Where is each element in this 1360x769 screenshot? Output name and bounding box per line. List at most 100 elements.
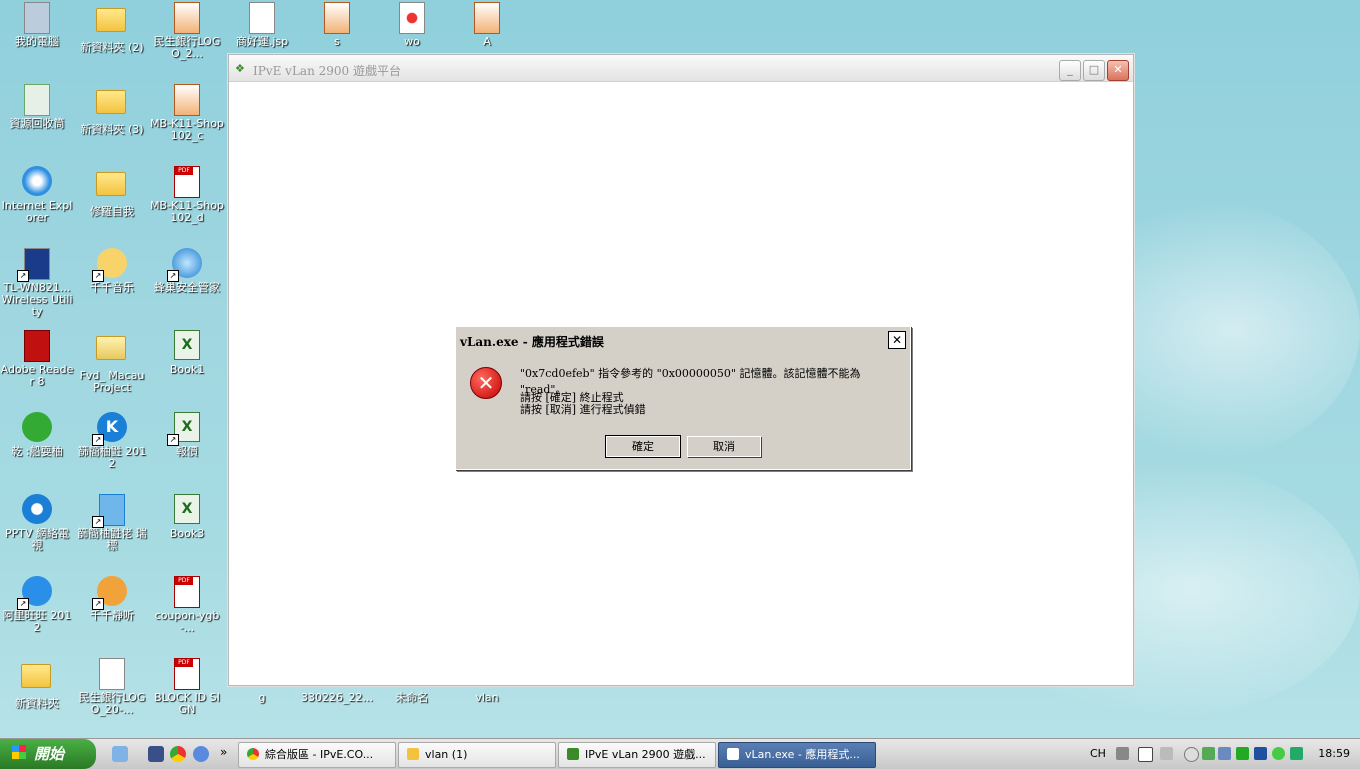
desktop-icon-new-folder-3[interactable]: 新資料夾 (3) <box>75 84 149 136</box>
network-icon[interactable] <box>1218 747 1231 760</box>
wireless-utility-icon: ↗ <box>17 248 53 282</box>
tray-app-icon[interactable] <box>1272 747 1285 760</box>
language-indicator[interactable]: CH <box>1090 747 1106 760</box>
desktop-icon-pptv[interactable]: PPTV 網絡電視 <box>0 494 74 552</box>
desktop-icon-k-app-shop[interactable]: ↗ 篩簡柚鼪佬 瑞標 <box>75 494 149 552</box>
input-method-icon[interactable] <box>1254 747 1267 760</box>
desktop-icon-ttplayer[interactable]: ↗ 千千音乐 <box>75 248 149 294</box>
start-button[interactable]: 開始 <box>0 739 96 769</box>
ime-options-icon[interactable] <box>1160 747 1173 760</box>
image-file-icon <box>171 2 203 34</box>
desktop-icon-quote[interactable]: X ↗ 報價 <box>150 412 224 458</box>
pdf-file-icon <box>171 576 203 608</box>
window-icon <box>727 748 739 760</box>
desktop-icon-k-app-2012[interactable]: K ↗ 篩簡柚鼪 2012 <box>75 412 149 470</box>
keyboard-icon[interactable] <box>1116 747 1129 760</box>
desktop-icon-logo-file[interactable]: 民生銀行LOGO_20-... <box>75 658 149 716</box>
desktop-icon-s[interactable]: s <box>300 2 374 48</box>
k-app-icon: ↗ <box>92 494 128 528</box>
aliwangwang-icon: ↗ <box>17 576 53 610</box>
image-file-icon <box>396 2 428 34</box>
desktop-icon-book1[interactable]: X Book1 <box>150 330 224 376</box>
window-titlebar[interactable]: ❖ IPvE vLan 2900 遊戲平台 _ □ ✕ <box>229 55 1133 82</box>
image-file-icon <box>171 84 203 116</box>
desktop-icon-internet-explorer[interactable]: Internet Explorer <box>0 166 74 224</box>
folder-icon <box>96 8 128 40</box>
error-icon: ✕ <box>470 367 502 399</box>
desktop-icon-recycle-bin[interactable]: 資源回收筒 <box>0 84 74 130</box>
k-app-icon: K ↗ <box>92 412 128 446</box>
desktop-icon-block-id-sign[interactable]: BLOCK ID SIGN <box>150 658 224 716</box>
desktop-icon-logo-image[interactable]: 民生銀行LOGO_2... <box>150 2 224 60</box>
excel-file-icon: X ↗ <box>167 412 203 446</box>
desktop-icon-book3[interactable]: X Book3 <box>150 494 224 540</box>
instruction-cancel: 請按 [取消] 進行程式偵錯 <box>520 403 646 416</box>
recycle-bin-icon <box>21 84 53 116</box>
desktop-icon-a[interactable]: A <box>450 2 524 48</box>
desktop-icon-qi[interactable]: 乾 :船耍柚 <box>0 412 74 458</box>
desktop-icon-wireless-utility[interactable]: ↗ TL-WN821... Wireless Utility <box>0 248 74 318</box>
quicklaunch-chevron[interactable]: » <box>220 745 227 759</box>
show-desktop-icon[interactable] <box>112 746 128 762</box>
desktop-icon-macau-project[interactable]: Fvd_ Macau Project <box>75 330 149 394</box>
desktop-icon-folder-shura[interactable]: 修羅自我 <box>75 166 149 218</box>
chrome-icon[interactable] <box>170 746 186 762</box>
desktop-icon-shop-c[interactable]: MB-K11-Shop102_c <box>150 84 224 142</box>
image-file-icon <box>471 2 503 34</box>
cancel-button[interactable]: 取消 <box>687 436 761 457</box>
zip-folder-icon <box>96 336 128 368</box>
app-logo-icon: ❖ <box>235 62 245 75</box>
signal-strength-icon[interactable] <box>1236 747 1249 760</box>
error-dialog[interactable]: vLan.exe - 應用程式錯誤 ✕ ✕ "0x7cd0efeb" 指令參考的… <box>455 326 911 470</box>
folder-icon <box>407 748 419 760</box>
system-tray: CH 18:59 <box>1088 739 1360 769</box>
folder-icon <box>21 664 53 696</box>
document-icon <box>96 658 128 690</box>
taskbar-item-error-dialog[interactable]: vLan.exe - 應用程式... <box>718 742 876 768</box>
internet-explorer-icon <box>21 166 53 198</box>
desktop-icon-new-folder-2[interactable]: 新資料夾 (2) <box>75 2 149 54</box>
taskbar-item-folder[interactable]: vlan (1) <box>398 742 556 768</box>
folder-icon <box>96 172 128 204</box>
close-button[interactable]: ✕ <box>1107 60 1129 81</box>
desktop-icon-security[interactable]: ↗ 蜂巢安全管家 <box>150 248 224 294</box>
window-title: IPvE vLan 2900 遊戲平台 <box>253 64 401 78</box>
desktop-icon-coupon[interactable]: coupon-ygb-... <box>150 576 224 634</box>
pdf-file-icon <box>171 658 203 690</box>
quicklaunch-app-icon[interactable] <box>193 746 209 762</box>
taskbar: 開始 » 綜合版區 - IPvE.CO... vlan (1) IPvE vLa… <box>0 738 1360 769</box>
ok-button[interactable]: 確定 <box>605 435 681 458</box>
qi-app-icon <box>21 412 53 444</box>
desktop-icon-my-computer[interactable]: 我的電腦 <box>0 2 74 48</box>
help-icon[interactable] <box>1138 747 1153 762</box>
desktop-icon-ttplayer-listen[interactable]: ↗ 千千靜听 <box>75 576 149 622</box>
windows-logo-icon <box>12 745 26 759</box>
security-app-icon: ↗ <box>167 248 203 282</box>
desktop-icon-new-folder[interactable]: 新資料夾 <box>0 658 74 710</box>
ttplayer-icon: ↗ <box>92 576 128 610</box>
desktop-icon-wo[interactable]: wo <box>375 2 449 48</box>
desktop-icon-jsp-file[interactable]: 商好運.jsp <box>225 2 299 48</box>
desktop-icon-aliwangwang[interactable]: ↗ 阿里旺旺 2012 <box>0 576 74 634</box>
computer-icon <box>21 2 53 34</box>
image-file-icon <box>321 2 353 34</box>
pdf-file-icon <box>171 166 203 198</box>
tray-app-icon[interactable] <box>1202 747 1215 760</box>
maximize-button[interactable]: □ <box>1083 60 1105 81</box>
dialog-close-button[interactable]: ✕ <box>888 331 906 349</box>
folder-icon <box>96 90 128 122</box>
pptv-icon <box>21 494 53 526</box>
quicklaunch-app-icon[interactable] <box>148 746 164 762</box>
desktop-icon-shop-d[interactable]: MB-K11-Shop102_d <box>150 166 224 224</box>
excel-file-icon: X <box>171 494 203 526</box>
desktop-icon-adobe-reader[interactable]: Adobe Reader 8 <box>0 330 74 388</box>
clock[interactable]: 18:59 <box>1318 747 1350 760</box>
taskbar-item-chrome[interactable]: 綜合版區 - IPvE.CO... <box>238 742 396 768</box>
taskbar-item-vlan-platform[interactable]: IPvE vLan 2900 遊戲... <box>558 742 716 768</box>
chrome-icon <box>247 748 259 760</box>
dialog-title: vLan.exe - 應用程式錯誤 <box>460 335 604 349</box>
excel-file-icon: X <box>171 330 203 362</box>
security-shield-icon[interactable] <box>1290 747 1303 760</box>
minimize-button[interactable]: _ <box>1059 60 1081 81</box>
tray-expand-icon[interactable] <box>1184 747 1199 762</box>
